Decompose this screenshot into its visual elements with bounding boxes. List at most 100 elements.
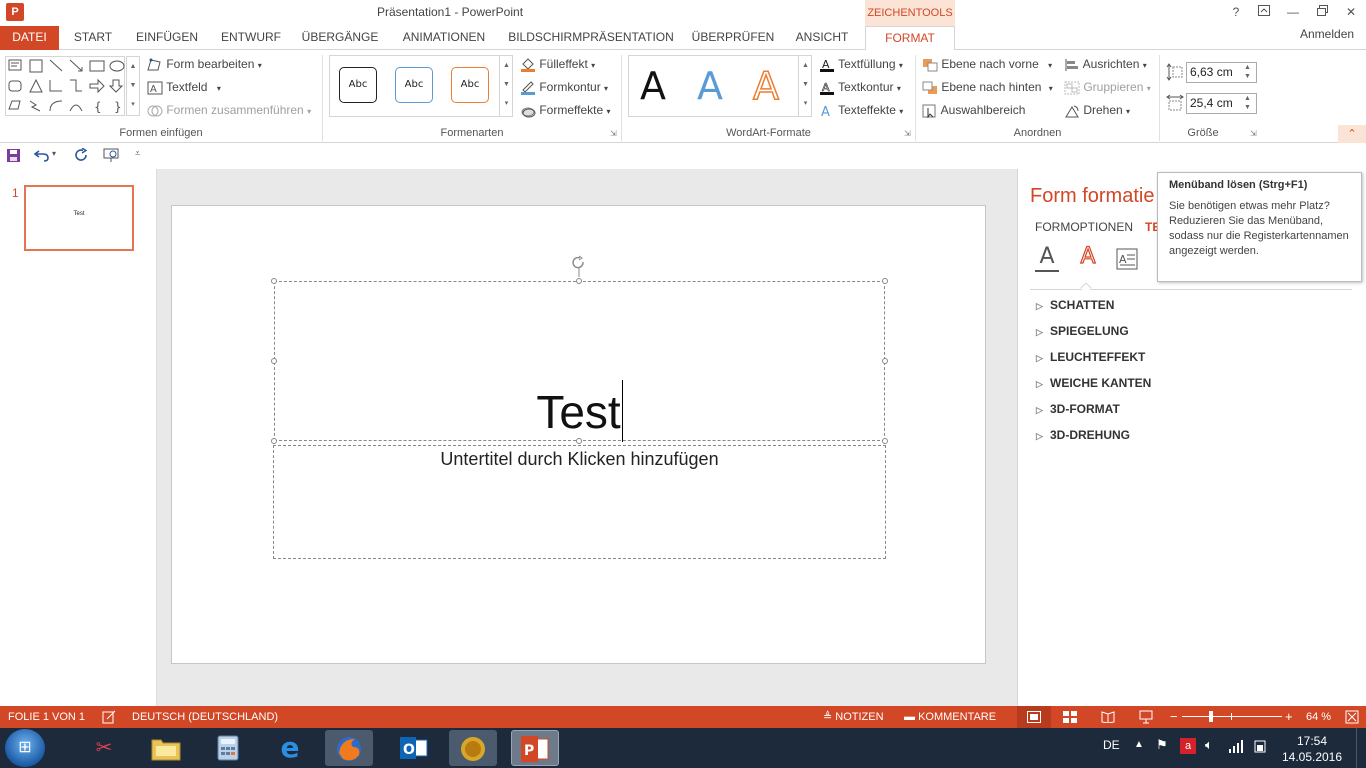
wordart-style-blue[interactable]: A	[697, 64, 723, 108]
comments-button[interactable]: ▬ KOMMENTARE	[904, 706, 996, 728]
zoom-out-button[interactable]: −	[1170, 706, 1178, 728]
section-weiche-kanten[interactable]: ▷ WEICHE KANTEN	[1036, 372, 1151, 394]
ebene-nach-vorne-button[interactable]: Ebene nach vorne ▾	[922, 54, 1052, 74]
language-status[interactable]: DEUTSCH (DEUTSCHLAND)	[132, 706, 278, 728]
texteffekte-button[interactable]: A Texteffekte ▾	[819, 100, 903, 120]
sign-in-link[interactable]: Anmelden	[1300, 27, 1366, 47]
tab-uebergaenge[interactable]: ÜBERGÄNGE	[298, 26, 382, 50]
zoom-in-button[interactable]: +	[1285, 706, 1293, 728]
zoom-level[interactable]: 64 %	[1306, 706, 1331, 728]
tab-format[interactable]: FORMAT	[865, 26, 955, 51]
outlook-icon[interactable]: O	[390, 730, 438, 766]
ebene-nach-hinten-button[interactable]: Ebene nach hinten ▾	[922, 77, 1053, 97]
textkontur-button[interactable]: A Textkontur ▾	[819, 77, 901, 97]
save-icon[interactable]	[6, 148, 21, 163]
section-schatten[interactable]: ▷ SCHATTEN	[1036, 294, 1114, 316]
resize-handle[interactable]	[882, 438, 888, 444]
fit-slide-icon[interactable]	[1345, 710, 1359, 724]
shape-style-blue[interactable]: Abc	[395, 67, 433, 103]
show-desktop-button[interactable]	[1356, 728, 1366, 768]
undo-icon[interactable]	[34, 148, 50, 162]
resize-handle[interactable]	[271, 438, 277, 444]
section-leuchteffekt[interactable]: ▷ LEUCHTEFFEKT	[1036, 346, 1145, 368]
auswahlbereich-button[interactable]: Auswahlbereich	[922, 100, 1025, 120]
dialog-launcher-icon[interactable]: ⇲	[904, 129, 911, 138]
internet-explorer-icon[interactable]: e	[266, 730, 314, 766]
slide-thumbnail[interactable]: Test	[24, 185, 134, 251]
powerpoint-taskbar-icon[interactable]: P	[511, 730, 559, 766]
form-bearbeiten-button[interactable]: Form bearbeiten ▾	[147, 54, 262, 74]
resize-handle[interactable]	[271, 278, 277, 284]
antivirus-icon[interactable]: a	[1180, 738, 1196, 754]
wordart-style-orange-outline[interactable]: A	[752, 63, 780, 109]
shape-gallery[interactable]: { }	[5, 56, 125, 116]
section-spiegelung[interactable]: ▷ SPIEGELUNG	[1036, 320, 1129, 342]
text-effects-icon[interactable]: A	[1076, 243, 1100, 270]
ausrichten-button[interactable]: Ausrichten ▾	[1064, 54, 1147, 74]
start-slideshow-icon[interactable]	[103, 148, 121, 163]
tab-ansicht[interactable]: ANSICHT	[787, 26, 857, 50]
text-fill-outline-icon[interactable]: A	[1035, 244, 1059, 272]
show-hidden-icons-icon[interactable]: ▲	[1134, 739, 1144, 750]
snipping-tool-icon[interactable]: ✂	[80, 730, 128, 766]
textbox-options-icon[interactable]: A	[1116, 248, 1138, 270]
clock-time[interactable]: 17:54	[1282, 734, 1342, 748]
width-spinner[interactable]: ▲ ▼	[1244, 94, 1251, 112]
undo-dropdown-icon[interactable]: ▾	[52, 149, 56, 158]
tab-entwurf[interactable]: ENTWURF	[216, 26, 286, 50]
volume-icon[interactable]: 🔈︎	[1205, 737, 1213, 753]
help-icon[interactable]: ?	[1225, 3, 1247, 21]
view-normal-button[interactable]	[1017, 706, 1051, 728]
slide-sorter-view-icon[interactable]	[1063, 711, 1077, 723]
app-lion-icon[interactable]	[449, 730, 497, 766]
maximize-icon[interactable]	[1311, 3, 1333, 21]
close-icon[interactable]: ✕	[1340, 3, 1362, 21]
minimize-icon[interactable]: —	[1282, 3, 1304, 21]
clock-date[interactable]: 14.05.2016	[1276, 750, 1348, 764]
firefox-icon[interactable]	[325, 730, 373, 766]
start-button[interactable]: ⊞	[5, 729, 45, 767]
textfuellung-button[interactable]: A Textfüllung ▾	[819, 54, 903, 74]
shape-styles-scroll[interactable]: ▲ ▼ ▾	[499, 56, 513, 116]
zoom-slider-track[interactable]	[1182, 716, 1282, 717]
reading-view-icon[interactable]	[1101, 711, 1115, 723]
rotate-handle-icon[interactable]	[571, 255, 587, 277]
spelling-check-icon[interactable]	[102, 710, 116, 724]
drehen-button[interactable]: Drehen ▾	[1064, 100, 1130, 120]
slideshow-view-icon[interactable]	[1139, 710, 1153, 724]
section-3d-format[interactable]: ▷ 3D-FORMAT	[1036, 398, 1120, 420]
file-explorer-icon[interactable]	[142, 730, 190, 766]
formkontur-button[interactable]: Formkontur ▾	[520, 77, 608, 97]
formen-zusammenfuehren-button[interactable]: Formen zusammenführen ▾	[147, 100, 311, 120]
shape-gallery-scroll[interactable]: ▲ ▼ ▾	[126, 56, 140, 116]
tab-start[interactable]: START	[68, 26, 118, 50]
tab-formoptionen[interactable]: FORMOPTIONEN	[1035, 220, 1133, 234]
tab-einfuegen[interactable]: EINFÜGEN	[132, 26, 202, 50]
calculator-icon[interactable]	[204, 730, 252, 766]
shape-style-black[interactable]: Abc	[339, 67, 377, 103]
wordart-style-black[interactable]: A	[640, 64, 666, 108]
textfeld-button[interactable]: A Textfeld ▾	[147, 77, 221, 97]
resize-handle[interactable]	[271, 358, 277, 364]
tab-ueberpruefen[interactable]: ÜBERPRÜFEN	[688, 26, 778, 50]
resize-handle[interactable]	[882, 358, 888, 364]
network-signal-icon[interactable]	[1228, 740, 1244, 753]
tab-animationen[interactable]: ANIMATIONEN	[392, 26, 496, 50]
dialog-launcher-icon[interactable]: ⇲	[1250, 129, 1257, 138]
wordart-styles-scroll[interactable]: ▲ ▼ ▾	[798, 56, 812, 116]
ribbon-display-options-icon[interactable]	[1253, 3, 1275, 21]
customize-qat-icon[interactable]: ⩡	[135, 148, 140, 159]
gruppieren-button[interactable]: Gruppieren ▾	[1064, 77, 1151, 97]
notes-button[interactable]: ≜ NOTIZEN	[823, 706, 884, 728]
section-3d-drehung[interactable]: ▷ 3D-DREHUNG	[1036, 424, 1130, 446]
slide-count-status[interactable]: FOLIE 1 VON 1	[8, 706, 85, 728]
tab-datei[interactable]: DATEI	[0, 26, 59, 50]
shape-style-orange[interactable]: Abc	[451, 67, 489, 103]
resize-handle[interactable]	[576, 438, 582, 444]
fuelleffekt-button[interactable]: Fülleffekt ▾	[520, 54, 595, 74]
title-text[interactable]: Test	[274, 380, 885, 442]
collapse-ribbon-button[interactable]: ⌃	[1338, 125, 1366, 143]
input-language[interactable]: DE	[1103, 738, 1120, 752]
tab-bildschirmpraesentation[interactable]: BILDSCHIRMPRÄSENTATION	[506, 26, 676, 50]
formeffekte-button[interactable]: Formeffekte ▾	[520, 100, 611, 120]
